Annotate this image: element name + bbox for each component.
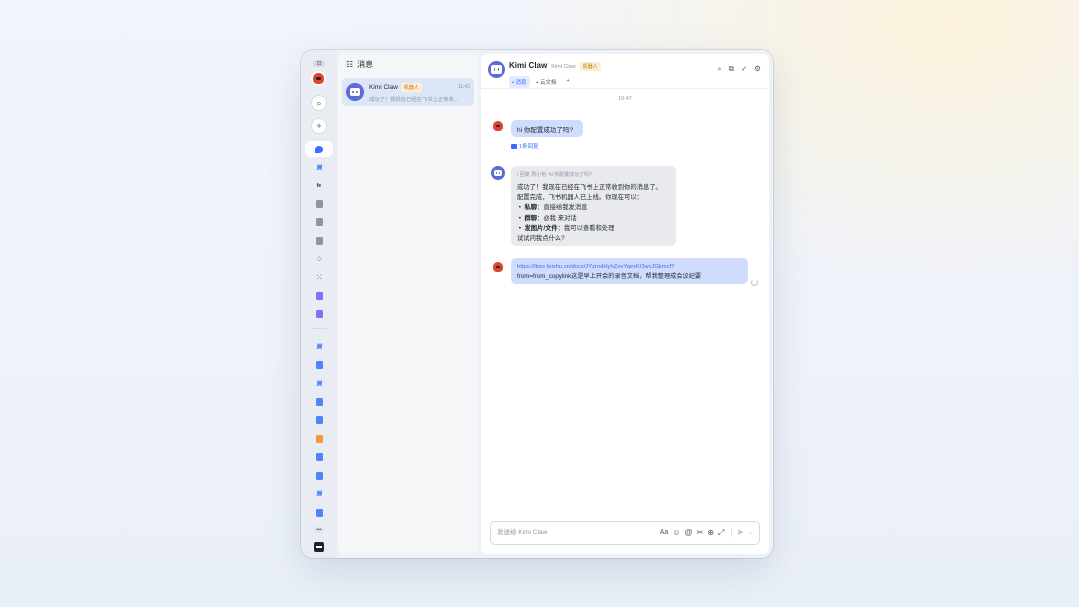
message-line: 配置完成，飞书机器人已上线。你现在可以： bbox=[517, 194, 643, 202]
screenshot-icon[interactable]: ✂ bbox=[697, 528, 704, 537]
chat-subtitle: Kimi Claw bbox=[551, 64, 576, 70]
bot-tag: 机器人 bbox=[400, 83, 422, 92]
left-nav-rail: ⊡ ⌕ + /\/\/ fe ⁘ ⁙ /\/\/ /\/\/ /\/\/ ••• bbox=[301, 50, 337, 558]
sidebar-item-contacts[interactable] bbox=[309, 233, 329, 249]
settings-icon[interactable]: ⚙ bbox=[754, 64, 761, 74]
message-list-header: ☷ 消息 bbox=[346, 59, 373, 70]
sidebar-item-doc-2[interactable] bbox=[309, 394, 329, 410]
text-format-icon[interactable]: Aa bbox=[660, 529, 669, 536]
tab-messages[interactable]: ▪ 消息 bbox=[509, 76, 530, 88]
message-list-pane: ☷ 消息 Kimi Claw 机器人 11:43 成功了！我现在已经在飞书上正常… bbox=[338, 54, 478, 554]
chat-item-time: 11:43 bbox=[457, 84, 470, 90]
chat-list-item[interactable]: Kimi Claw 机器人 11:43 成功了！我现在已经在飞书上正常收... bbox=[342, 78, 474, 106]
message-text: hi 你配置成功了吗? bbox=[517, 127, 573, 134]
search-icon[interactable]: ⌕ bbox=[717, 64, 721, 74]
mention-icon[interactable]: @ bbox=[684, 528, 692, 537]
chat-tabs: ▪ 消息 ▪ 云文档 + bbox=[509, 76, 573, 88]
sidebar-item-doc-1[interactable] bbox=[309, 357, 329, 373]
list-filter-icon[interactable]: ☷ bbox=[346, 60, 353, 69]
check-icon[interactable]: ✓ bbox=[741, 64, 747, 74]
reply-quote: | 回复 周小怡: hi 你配置成功了吗? bbox=[517, 172, 592, 178]
message-line: 试试问我点什么? bbox=[517, 235, 565, 243]
tab-add[interactable]: + bbox=[564, 76, 573, 88]
bot-message-bubble[interactable]: | 回复 周小怡: hi 你配置成功了吗? 成功了！我现在已经在飞书上正常收到你… bbox=[511, 166, 676, 246]
composer-toolbar: Aa ☺ @ ✂ ⊕ ⤢ ➤ ⌄ bbox=[660, 527, 753, 538]
bullet-line: • 群聊：@我 来对话 bbox=[517, 214, 577, 222]
share-icon[interactable]: ⧉ bbox=[729, 64, 734, 74]
chat-item-name: Kimi Claw bbox=[369, 84, 398, 91]
plus-icon[interactable]: + bbox=[309, 118, 329, 134]
message-timestamp: 10:47 bbox=[618, 96, 632, 102]
app-menu-icon[interactable] bbox=[309, 539, 329, 555]
user-message-bubble[interactable]: hi 你配置成功了吗? bbox=[511, 120, 583, 137]
send-icon[interactable]: ➤ bbox=[736, 527, 744, 538]
chat-header-actions: ⌕ ⧉ ✓ ⚙ bbox=[717, 64, 761, 74]
user-avatar[interactable] bbox=[311, 71, 326, 86]
bot-avatar bbox=[346, 83, 364, 101]
emoji-icon[interactable]: ☺ bbox=[672, 528, 680, 537]
user-message-bubble[interactable]: https://llonr.feishu.cn/docx/JYzrndHyhZo… bbox=[511, 258, 748, 284]
reply-thread-link[interactable]: 1条回复 bbox=[511, 142, 539, 150]
doc-link[interactable]: https://llonr.feishu.cn/docx/JYzrndHyhZo… bbox=[517, 262, 701, 272]
chat-bot-tag: 机器人 bbox=[579, 62, 601, 71]
send-options-chevron-down-icon[interactable]: ⌄ bbox=[748, 529, 753, 536]
bullet-line: • 发图片/文件：我可以查看和处理 bbox=[517, 224, 615, 232]
search-icon[interactable]: ⌕ bbox=[309, 95, 329, 111]
chat-title: Kimi Claw bbox=[509, 61, 548, 70]
sidebar-item-doc[interactable]: fe bbox=[309, 178, 329, 194]
message-list-title: 消息 bbox=[357, 60, 374, 69]
sidebar-item-apps-grid-icon[interactable]: ⁘ bbox=[309, 251, 329, 267]
chat-item-preview: 成功了！我现在已经在飞书上正常收... bbox=[369, 97, 459, 103]
sidebar-item-doc-3[interactable] bbox=[309, 412, 329, 428]
user-avatar[interactable] bbox=[491, 260, 505, 274]
rail-divider bbox=[311, 328, 327, 329]
sidebar-item-doc-5[interactable] bbox=[309, 468, 329, 484]
window-badge-icon[interactable]: ⊡ bbox=[309, 55, 329, 71]
expand-icon[interactable]: ⤢ bbox=[718, 528, 724, 538]
tab-cloud-docs[interactable]: ▪ 云文档 bbox=[534, 76, 560, 88]
sidebar-item-messages[interactable] bbox=[305, 141, 333, 157]
message-line: 成功了！我现在已经在飞书上正常收到你的消息了。 bbox=[517, 184, 662, 191]
bullet-line: • 私聊：直接给我发消息 bbox=[517, 204, 588, 212]
app-window: ⊡ ⌕ + /\/\/ fe ⁘ ⁙ /\/\/ /\/\/ /\/\/ ••• bbox=[301, 50, 773, 558]
sidebar-item-purple-1[interactable] bbox=[309, 288, 329, 304]
sidebar-item-purple-2[interactable] bbox=[309, 306, 329, 322]
chat-header: Kimi Claw Kimi Claw 机器人 ▪ 消息 ▪ 云文档 + ⌕ ⧉… bbox=[481, 54, 769, 89]
more-icon[interactable]: ••• bbox=[309, 522, 329, 538]
chat-bot-avatar[interactable] bbox=[488, 61, 505, 78]
message-text: from=from_copylink这是早上开会的录音文档，帮我整理成会议纪要 bbox=[517, 273, 702, 281]
sidebar-item-workplace-icon[interactable]: ⁙ bbox=[309, 269, 329, 285]
sending-spinner-icon bbox=[751, 279, 758, 286]
sidebar-item-wave[interactable]: /\/\/ bbox=[309, 160, 329, 176]
sidebar-item-wave-3[interactable]: /\/\/ bbox=[309, 376, 329, 392]
toolbar-divider bbox=[731, 528, 733, 537]
sidebar-item-doc-4[interactable] bbox=[309, 449, 329, 465]
sidebar-item-tasks[interactable] bbox=[309, 214, 329, 230]
sidebar-item-wave-4[interactable]: /\/\/ bbox=[309, 486, 329, 502]
thread-icon bbox=[511, 143, 517, 149]
chat-pane: Kimi Claw Kimi Claw 机器人 ▪ 消息 ▪ 云文档 + ⌕ ⧉… bbox=[481, 54, 769, 554]
bot-avatar[interactable] bbox=[491, 166, 505, 180]
message-composer: Aa ☺ @ ✂ ⊕ ⤢ ➤ ⌄ bbox=[490, 521, 760, 545]
sidebar-item-doc-6[interactable] bbox=[309, 505, 329, 521]
sidebar-item-wave-2[interactable]: /\/\/ bbox=[309, 339, 329, 355]
message-input[interactable] bbox=[497, 526, 627, 539]
sidebar-item-calendar[interactable] bbox=[309, 196, 329, 212]
sidebar-item-fox-icon[interactable] bbox=[309, 431, 329, 447]
user-avatar[interactable] bbox=[491, 119, 505, 133]
add-icon[interactable]: ⊕ bbox=[707, 528, 714, 537]
